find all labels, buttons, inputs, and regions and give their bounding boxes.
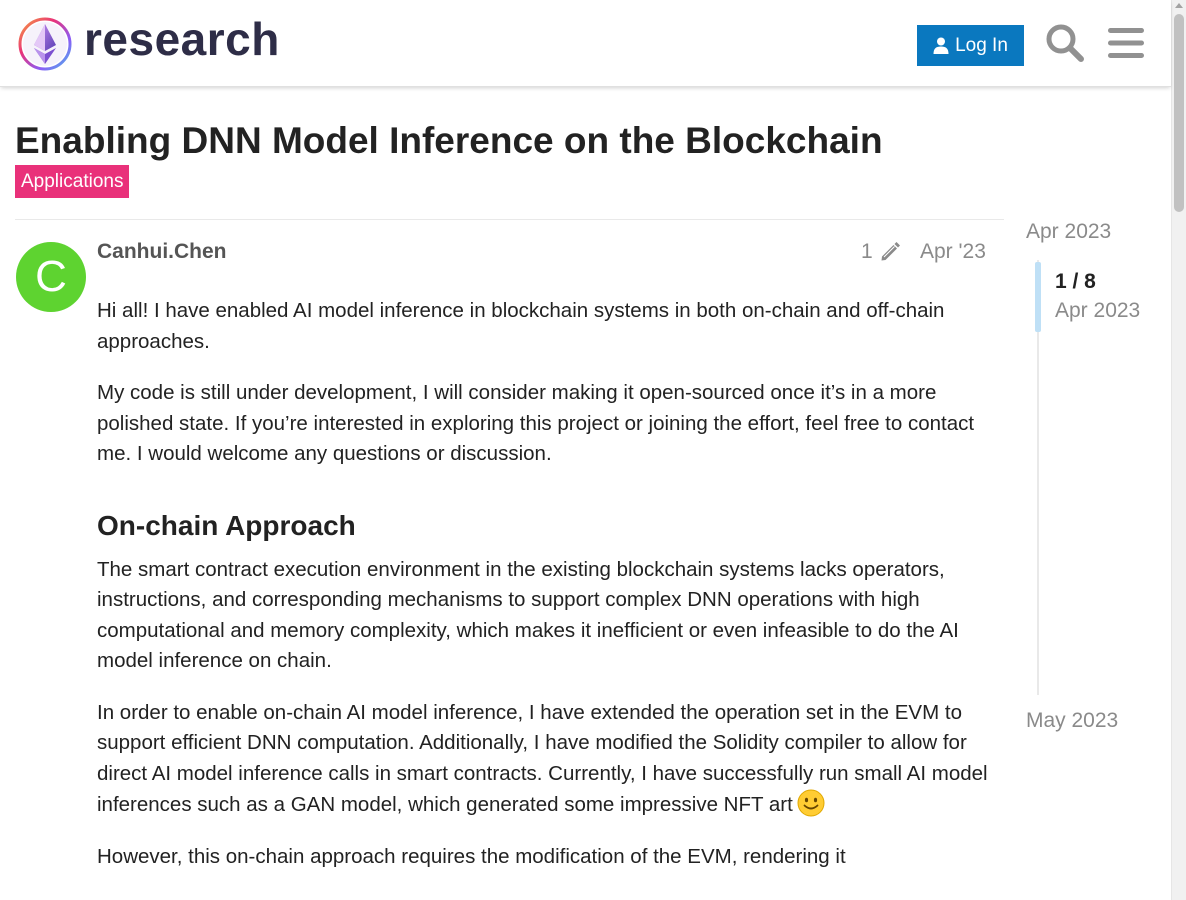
logo-text: research (84, 13, 280, 65)
category-badge[interactable]: Applications (15, 165, 130, 198)
hamburger-menu-button[interactable] (1104, 20, 1148, 66)
user-icon (933, 37, 949, 54)
divider (15, 219, 1004, 220)
scroll-up-arrow-icon[interactable] (1175, 3, 1183, 8)
timeline-end-date[interactable]: May 2023 (1026, 709, 1118, 733)
topic-title[interactable]: Enabling DNN Model Inference on the Bloc… (15, 120, 883, 162)
timeline-scroll-handle[interactable] (1035, 262, 1041, 332)
login-button[interactable]: Log In (917, 25, 1024, 66)
page-scrollbar[interactable] (1171, 0, 1186, 900)
timeline-position: 1 / 8 (1055, 270, 1096, 293)
edit-history-button[interactable]: 1 (861, 240, 901, 264)
site-header: research Log In (0, 0, 1171, 87)
scrollbar-thumb[interactable] (1174, 14, 1184, 212)
timeline-current-date: Apr 2023 (1055, 299, 1141, 322)
hamburger-menu-icon (1108, 28, 1144, 58)
search-button[interactable] (1043, 20, 1087, 66)
login-label: Log In (955, 34, 1008, 56)
slightly-smiling-face-icon (797, 789, 825, 817)
post-paragraph-text: In order to enable on-chain AI model inf… (97, 700, 988, 817)
post-paragraph: Hi all! I have enabled AI model inferenc… (97, 299, 945, 353)
avatar-letter: C (35, 252, 67, 301)
post-paragraph: My code is still under development, I wi… (97, 381, 975, 465)
edit-count: 1 (861, 240, 873, 263)
ethereum-logo-icon (18, 17, 72, 71)
post-username[interactable]: Canhui.Chen (97, 240, 227, 264)
post-paragraph-with-emoji: In order to enable on-chain AI model inf… (97, 698, 992, 821)
timeline-start-date[interactable]: Apr 2023 (1026, 220, 1111, 244)
post-date[interactable]: Apr '23 (920, 240, 986, 264)
pencil-icon (881, 242, 900, 261)
avatar[interactable]: C (16, 242, 86, 312)
post-paragraph: The smart contract execution environment… (97, 557, 959, 673)
section-heading: On-chain Approach (97, 509, 356, 541)
post-paragraph: However, this on-chain approach requires… (97, 844, 846, 868)
post-body: Hi all! I have enabled AI model inferenc… (97, 296, 992, 893)
search-icon (1046, 24, 1084, 62)
site-logo[interactable]: research (16, 13, 280, 72)
